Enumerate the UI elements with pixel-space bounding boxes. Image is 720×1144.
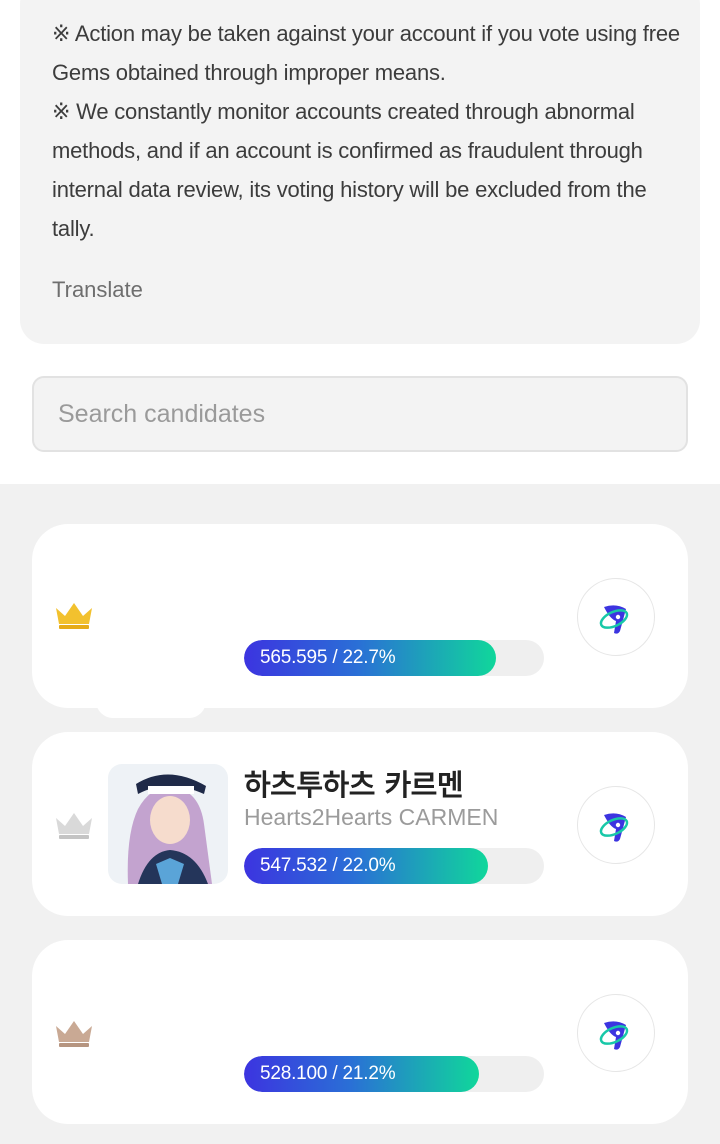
vote-count-label: 565.595 / 22.7% (260, 647, 396, 668)
vote-button[interactable] (577, 994, 655, 1072)
vote-count-label: 528.100 / 21.2% (260, 1063, 396, 1084)
vote-progress-fill: 547.532 / 22.0% (244, 848, 489, 884)
candidate-group-name: Hearts2Hearts CARMEN (244, 804, 499, 830)
silver-crown-icon (54, 810, 94, 840)
vote-button[interactable] (577, 786, 655, 864)
obscured-area (96, 684, 206, 718)
search-box[interactable] (32, 376, 688, 452)
candidate-avatar (108, 764, 228, 884)
gold-crown-icon (54, 600, 94, 630)
search-input[interactable] (34, 378, 686, 450)
candidate-name: 하츠투하츠 카르멘 (244, 768, 464, 802)
vote-logo-icon (599, 813, 629, 842)
vote-button[interactable] (577, 578, 655, 656)
translate-link[interactable]: Translate (52, 277, 143, 303)
candidate-card-3[interactable]: 528.100 / 21.2% (32, 940, 688, 1124)
vote-progress-fill: 565.595 / 22.7% (244, 640, 496, 676)
notice-text: ※ Action may be taken against your accou… (52, 14, 682, 248)
vote-progress-bar: 528.100 / 21.2% (244, 1056, 544, 1092)
vote-logo-icon (599, 605, 629, 634)
candidate-card-1[interactable]: 565.595 / 22.7% (32, 524, 688, 718)
vote-progress-bar: 547.532 / 22.0% (244, 848, 544, 884)
vote-progress-bar: 565.595 / 22.7% (244, 640, 544, 676)
vote-progress-fill: 528.100 / 21.2% (244, 1056, 480, 1092)
vote-count-label: 547.532 / 22.0% (260, 855, 396, 876)
bronze-crown-icon (54, 1018, 94, 1048)
candidate-card-2[interactable]: 하츠투하츠 카르멘 Hearts2Hearts CARMEN 547.532 /… (32, 732, 688, 916)
notice-line-1: ※ Action may be taken against your accou… (52, 21, 680, 85)
vote-logo-icon (599, 1021, 629, 1050)
notice-line-2: ※ We constantly monitor accounts created… (52, 99, 647, 241)
